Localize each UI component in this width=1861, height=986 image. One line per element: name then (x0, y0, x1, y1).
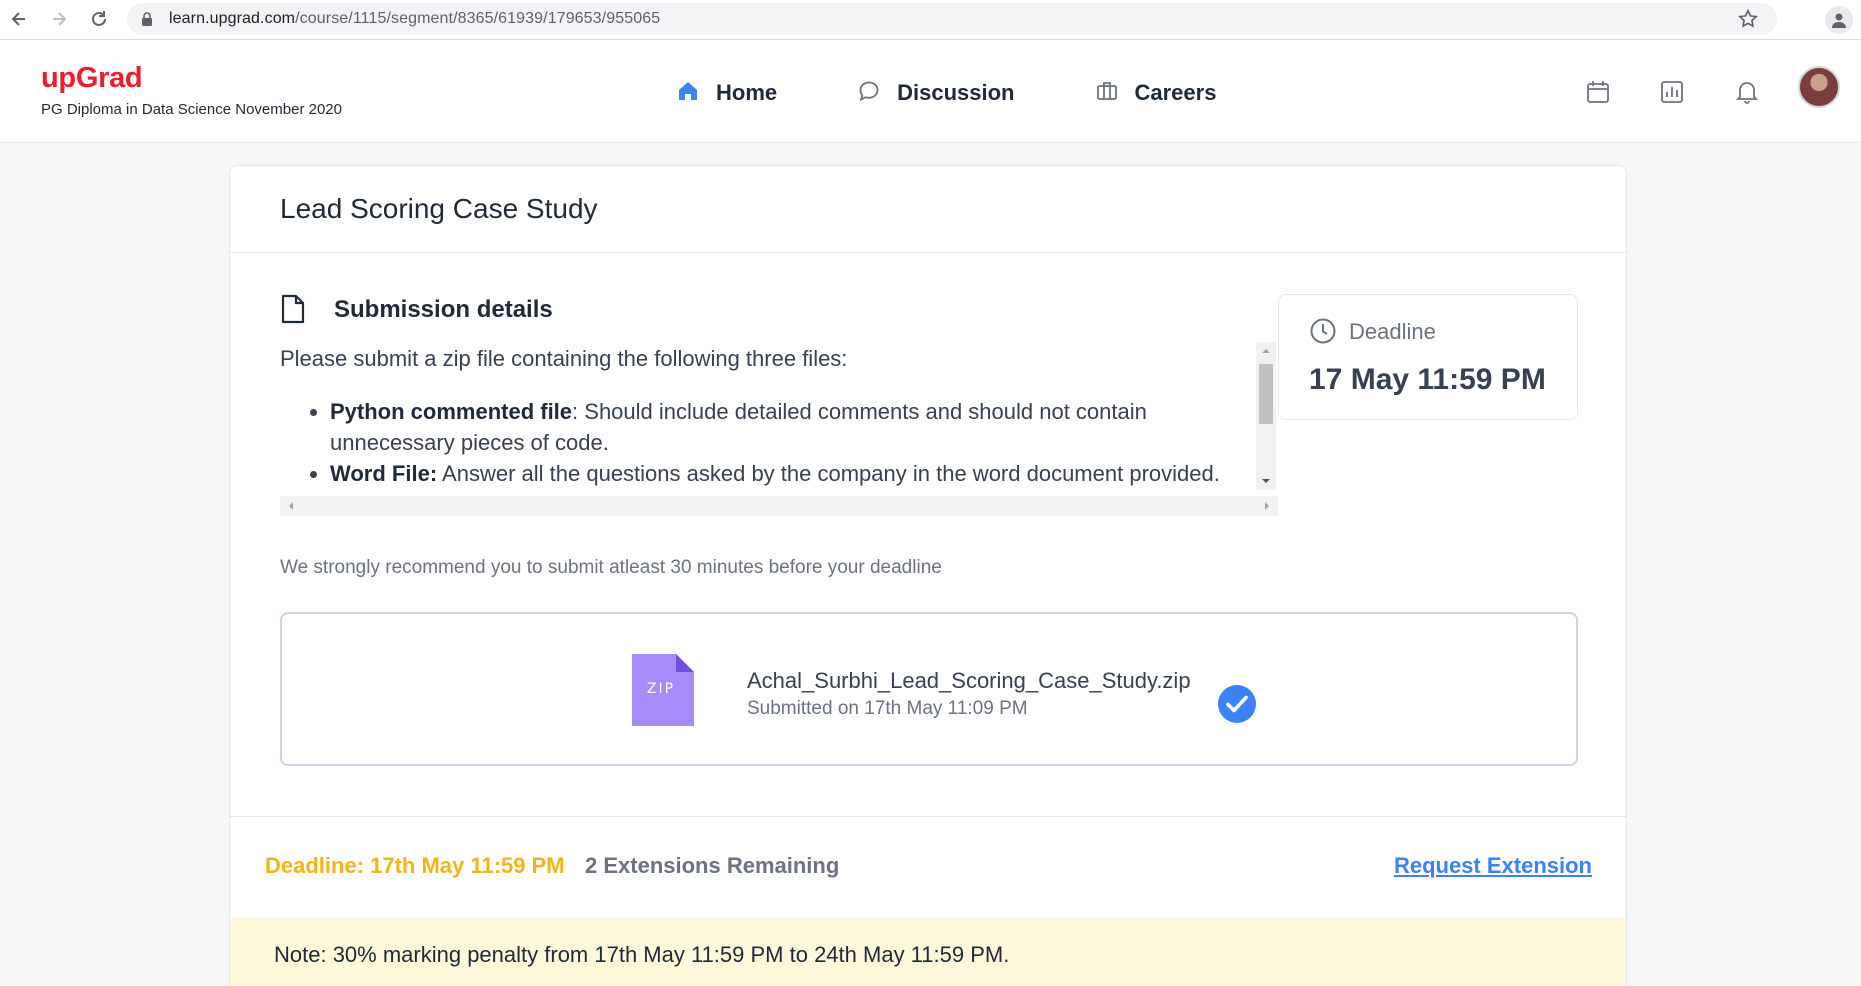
file-name[interactable]: Achal_Surbhi_Lead_Scoring_Case_Study.zip (747, 668, 1191, 694)
back-icon[interactable] (4, 4, 34, 34)
assignment-card: Lead Scoring Case Study Submission detai… (229, 165, 1627, 986)
vertical-scrollbar[interactable] (1256, 342, 1276, 490)
recommendation-text: We strongly recommend you to submit atle… (280, 557, 942, 578)
nav-home-label: Home (716, 80, 778, 105)
penalty-note: Note: 30% marking penalty from 17th May … (230, 918, 1626, 986)
nav-discussion[interactable]: Discussion (857, 76, 1015, 110)
submission-instructions[interactable]: Please submit a zip file containing the … (280, 342, 1278, 519)
avatar[interactable] (1798, 66, 1840, 108)
bar-chart-icon[interactable] (1652, 70, 1692, 114)
extensions-remaining: 2 Extensions Remaining (585, 853, 840, 878)
divider (230, 252, 1626, 253)
briefcase-icon (1095, 79, 1119, 108)
calendar-icon[interactable] (1578, 70, 1618, 114)
clock-icon (1309, 317, 1337, 350)
reload-icon[interactable] (84, 4, 114, 34)
submitted-time: Submitted on 17th May 11:09 PM (747, 698, 1028, 719)
instruction-item: Python commented file: Should include de… (330, 396, 1270, 458)
horizontal-scrollbar[interactable] (280, 496, 1278, 516)
zip-file-icon: ZIP (632, 654, 694, 731)
nav-careers-label: Careers (1134, 80, 1217, 105)
home-icon (676, 79, 700, 108)
request-extension-link[interactable]: Request Extension (1394, 853, 1592, 879)
deadline-box: Deadline 17 May 11:59 PM (1278, 294, 1578, 420)
submitted-file-box[interactable]: ZIP Achal_Surbhi_Lead_Scoring_Case_Study… (280, 612, 1578, 766)
instruction-item: Word File: Answer all the questions aske… (330, 458, 1270, 489)
main-nav: Home Discussion Careers (676, 76, 1296, 110)
nav-home[interactable]: Home (676, 76, 777, 110)
deadline-label: Deadline (1349, 319, 1436, 344)
url-text: learn.upgrad.com/course/1115/segment/836… (169, 10, 661, 27)
nav-careers[interactable]: Careers (1095, 76, 1217, 110)
nav-discussion-label: Discussion (897, 80, 1015, 105)
browser-toolbar: learn.upgrad.com/course/1115/segment/836… (0, 0, 1861, 40)
upgrad-logo[interactable]: upGrad (41, 62, 143, 95)
footer-deadline: Deadline: 17th May 11:59 PM (265, 853, 565, 878)
app-header: upGrad PG Diploma in Data Science Novemb… (0, 40, 1861, 143)
address-bar[interactable]: learn.upgrad.com/course/1115/segment/836… (127, 3, 1777, 35)
instructions-intro: Please submit a zip file containing the … (280, 346, 848, 371)
lock-icon (141, 12, 153, 31)
document-icon (280, 294, 306, 329)
check-circle-icon (1217, 684, 1257, 729)
browser-profile-icon[interactable] (1825, 6, 1853, 34)
penalty-note-text: Note: 30% marking penalty from 17th May … (274, 942, 1010, 967)
bell-icon[interactable] (1727, 70, 1767, 114)
program-name: PG Diploma in Data Science November 2020 (41, 101, 342, 118)
bookmark-star-icon[interactable] (1737, 8, 1759, 35)
svg-text:ZIP: ZIP (647, 681, 675, 697)
chat-bubble-icon (857, 79, 881, 108)
divider (230, 816, 1626, 817)
deadline-value: 17 May 11:59 PM (1309, 363, 1546, 396)
page-title: Lead Scoring Case Study (280, 193, 598, 224)
forward-icon[interactable] (44, 4, 74, 34)
submission-heading: Submission details (334, 296, 553, 323)
